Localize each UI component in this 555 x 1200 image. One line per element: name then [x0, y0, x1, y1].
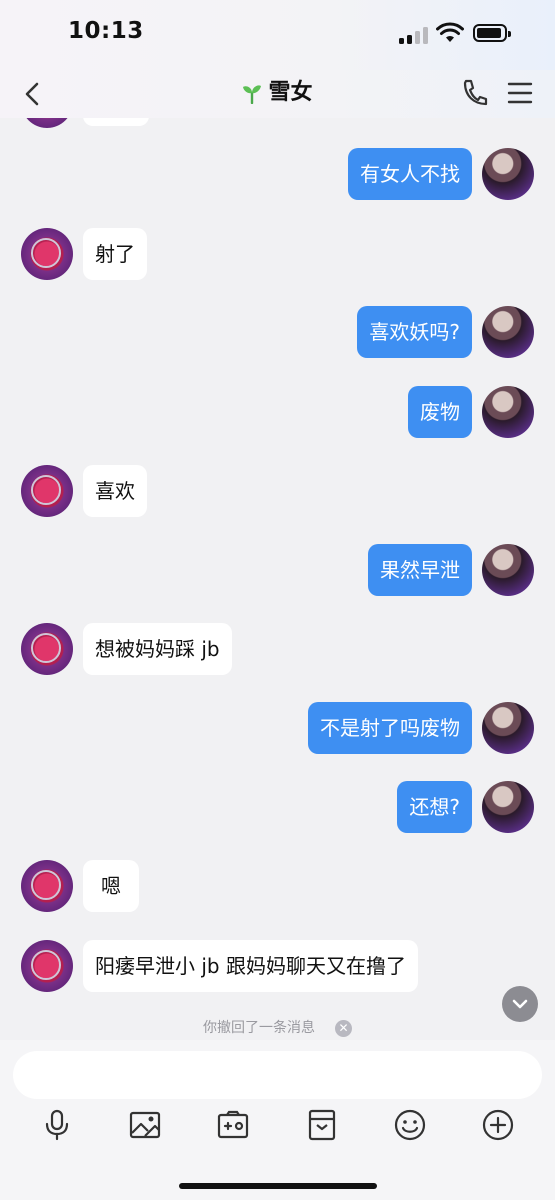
message-row: 废物: [0, 386, 555, 438]
contact-name: 雪女: [268, 80, 313, 105]
sprout-icon: [243, 85, 262, 104]
message-bubble-sent[interactable]: 有女人不找: [348, 148, 472, 200]
chat-header: 雪女: [0, 70, 555, 118]
my-avatar[interactable]: [482, 544, 534, 596]
message-row: 不是射了吗废物: [0, 702, 555, 754]
message-bubble-sent[interactable]: 喜欢妖吗?: [357, 306, 472, 358]
message-bubble-partial[interactable]: [83, 118, 149, 126]
message-row: 果然早泄: [0, 544, 555, 596]
message-bubble-sent[interactable]: 废物: [408, 386, 472, 438]
battery-icon: [473, 24, 511, 42]
plus-icon[interactable]: [481, 1108, 515, 1142]
status-bar: 10:13: [0, 0, 555, 70]
my-avatar[interactable]: [482, 306, 534, 358]
contact-avatar[interactable]: [21, 118, 73, 128]
recall-notice: 你撤回了一条消息 ✕: [0, 1017, 555, 1037]
emoji-icon[interactable]: [393, 1108, 427, 1142]
contact-avatar[interactable]: [21, 623, 73, 675]
wifi-icon: [436, 22, 464, 42]
message-bubble-received[interactable]: 射了: [83, 228, 147, 280]
home-indicator[interactable]: [179, 1183, 377, 1189]
message-bubble-sent[interactable]: 果然早泄: [368, 544, 472, 596]
message-input[interactable]: [13, 1051, 542, 1099]
contact-avatar[interactable]: [21, 465, 73, 517]
close-icon[interactable]: ✕: [335, 1019, 352, 1037]
message-row: 喜欢妖吗?: [0, 306, 555, 358]
message-bubble-received[interactable]: 喜欢: [83, 465, 147, 517]
message-bubble-received[interactable]: 阳痿早泄小 jb 跟妈妈聊天又在撸了: [83, 940, 418, 992]
image-icon[interactable]: [128, 1108, 162, 1142]
menu-icon[interactable]: [507, 80, 533, 106]
photo-add-icon[interactable]: [216, 1108, 250, 1142]
microphone-icon[interactable]: [40, 1108, 74, 1142]
message-row: 射了: [0, 228, 555, 280]
message-row: 想被妈妈踩 jb: [0, 623, 555, 675]
message-row: 嗯: [0, 860, 555, 912]
recall-notice-text: 你撤回了一条消息: [203, 1020, 315, 1036]
my-avatar[interactable]: [482, 702, 534, 754]
message-row: 阳痿早泄小 jb 跟妈妈聊天又在撸了: [0, 940, 555, 992]
message-row: 喜欢: [0, 465, 555, 517]
my-avatar[interactable]: [482, 781, 534, 833]
composer-toolbar: [0, 1100, 555, 1152]
my-avatar[interactable]: [482, 386, 534, 438]
composer: [0, 1040, 555, 1200]
phone-call-icon[interactable]: [460, 76, 488, 110]
chevron-down-icon: [512, 999, 528, 1009]
message-bubble-received[interactable]: 想被妈妈踩 jb: [83, 623, 232, 675]
file-icon[interactable]: [305, 1108, 339, 1142]
contact-avatar[interactable]: [21, 940, 73, 992]
message-bubble-received[interactable]: 嗯: [83, 860, 139, 912]
my-avatar[interactable]: [482, 148, 534, 200]
contact-avatar[interactable]: [21, 228, 73, 280]
message-row: 还想?: [0, 781, 555, 833]
status-time: 10:13: [68, 18, 144, 44]
message-bubble-sent[interactable]: 不是射了吗废物: [308, 702, 472, 754]
cellular-signal-icon: [399, 26, 429, 44]
contact-avatar[interactable]: [21, 860, 73, 912]
message-list[interactable]: 有女人不找 射了 喜欢妖吗? 废物 喜欢 果然早泄 想被妈妈踩 jb 不是射了吗…: [0, 118, 555, 1040]
message-row: 有女人不找: [0, 148, 555, 200]
scroll-to-bottom-button[interactable]: [502, 986, 538, 1022]
message-bubble-sent[interactable]: 还想?: [397, 781, 472, 833]
